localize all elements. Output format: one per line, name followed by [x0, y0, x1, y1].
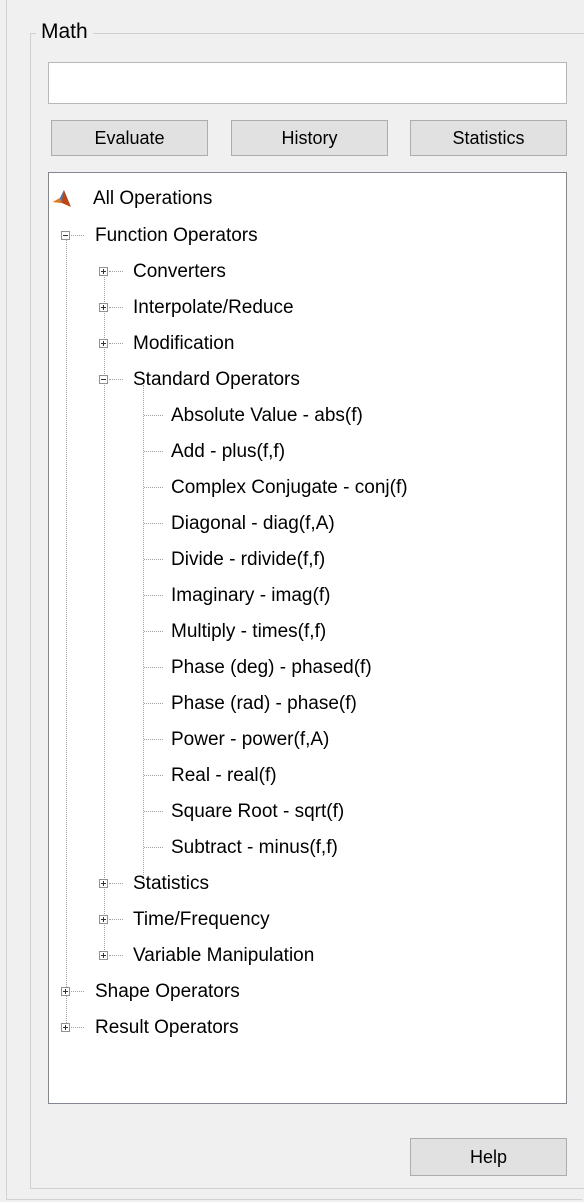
- tree-item-operator[interactable]: Imaginary - imag(f): [49, 578, 549, 614]
- tree-item-label: Function Operators: [95, 225, 258, 246]
- tree-connector: [109, 919, 123, 920]
- evaluate-button[interactable]: Evaluate: [51, 120, 208, 156]
- tree-item-label: Add - plus(f,f): [171, 441, 286, 462]
- tree-item-label: Phase (deg) - phased(f): [171, 657, 372, 678]
- tree-item-converters[interactable]: Converters: [49, 254, 549, 290]
- tree-item-shape-operators[interactable]: Shape Operators: [49, 974, 549, 1010]
- tree-item-label: Result Operators: [95, 1017, 239, 1038]
- tree-connector: [144, 451, 163, 452]
- statistics-button[interactable]: Statistics: [410, 120, 567, 156]
- tree-item-operator[interactable]: Divide - rdivide(f,f): [49, 542, 549, 578]
- tree-connector: [144, 667, 163, 668]
- tree-item-label: Statistics: [133, 873, 210, 894]
- tree-item-label: Power - power(f,A): [171, 729, 330, 750]
- tree-item-operator[interactable]: Phase (deg) - phased(f): [49, 650, 549, 686]
- tree-connector: [144, 631, 163, 632]
- tree-item-operator[interactable]: Complex Conjugate - conj(f): [49, 470, 549, 506]
- tree-item-time-frequency[interactable]: Time/Frequency: [49, 902, 549, 938]
- tree-item-standard-operators[interactable]: Standard Operators: [49, 362, 549, 398]
- tree-item-operator[interactable]: Subtract - minus(f,f): [49, 830, 549, 866]
- matlab-membrane-icon: [53, 190, 71, 207]
- tree-item-label: Interpolate/Reduce: [133, 297, 294, 318]
- tree-item-label: Time/Frequency: [133, 909, 270, 930]
- tree-item-operator[interactable]: Phase (rad) - phase(f): [49, 686, 549, 722]
- tree-connector: [144, 595, 163, 596]
- tree-item-label: Multiply - times(f,f): [171, 621, 327, 642]
- tree-item-statistics[interactable]: Statistics: [49, 866, 549, 902]
- tree-item-label: Divide - rdivide(f,f): [171, 549, 326, 570]
- tree-item-operator[interactable]: Diagonal - diag(f,A): [49, 506, 549, 542]
- tree-item-label: Imaginary - imag(f): [171, 585, 331, 606]
- tree-connector: [109, 379, 123, 380]
- tree-item-label: Real - real(f): [171, 765, 277, 786]
- tree-item-operator[interactable]: Add - plus(f,f): [49, 434, 549, 470]
- tree-connector: [144, 415, 163, 416]
- tree-connector: [71, 991, 84, 992]
- tree-connector: [144, 523, 163, 524]
- tree-connector: [109, 955, 123, 956]
- tree-connector: [144, 703, 163, 704]
- tree-item-operator[interactable]: Multiply - times(f,f): [49, 614, 549, 650]
- tree-item-label: Standard Operators: [133, 369, 300, 390]
- tree-connector: [144, 775, 163, 776]
- expression-input[interactable]: [48, 62, 567, 104]
- tree-item-label: Square Root - sqrt(f): [171, 801, 345, 822]
- tree-item-result-operators[interactable]: Result Operators: [49, 1010, 549, 1046]
- expand-icon[interactable]: [99, 951, 108, 960]
- expand-icon[interactable]: [99, 267, 108, 276]
- tree-item-label: All Operations: [93, 188, 213, 209]
- operations-tree[interactable]: All Operations Function Operators Conver…: [48, 172, 567, 1104]
- tree-item-variable-manipulation[interactable]: Variable Manipulation: [49, 938, 549, 974]
- tree-item-label: Shape Operators: [95, 981, 240, 1002]
- group-title: Math: [36, 18, 93, 46]
- tree-item-label: Complex Conjugate - conj(f): [171, 477, 408, 498]
- tree-item-interpolate-reduce[interactable]: Interpolate/Reduce: [49, 290, 549, 326]
- tree-connector: [71, 1027, 84, 1028]
- expand-icon[interactable]: [61, 1023, 70, 1032]
- tree-connector: [144, 739, 163, 740]
- tree-item-label: Subtract - minus(f,f): [171, 837, 338, 858]
- tree-connector: [144, 559, 163, 560]
- expand-icon[interactable]: [99, 339, 108, 348]
- tree-connector: [109, 343, 123, 344]
- tree-item-label: Variable Manipulation: [133, 945, 315, 966]
- tree-connector: [109, 271, 123, 272]
- tree-connector: [109, 883, 123, 884]
- expand-icon[interactable]: [61, 987, 70, 996]
- tree-connector: [144, 847, 163, 848]
- collapse-icon[interactable]: [99, 375, 108, 384]
- tree-connector: [71, 235, 84, 236]
- expand-icon[interactable]: [99, 303, 108, 312]
- tree-item-operator[interactable]: Real - real(f): [49, 758, 549, 794]
- expand-icon[interactable]: [99, 915, 108, 924]
- tree-item-label: Converters: [133, 261, 226, 282]
- help-button[interactable]: Help: [410, 1138, 567, 1176]
- tree-item-label: Diagonal - diag(f,A): [171, 513, 335, 534]
- tree-item-operator[interactable]: Power - power(f,A): [49, 722, 549, 758]
- tree-connector: [144, 811, 163, 812]
- tree-connector: [109, 307, 123, 308]
- tree-item-function-operators[interactable]: Function Operators: [49, 218, 549, 254]
- collapse-icon[interactable]: [61, 231, 70, 240]
- tree-connector: [144, 487, 163, 488]
- history-button[interactable]: History: [231, 120, 388, 156]
- tree-item-label: Phase (rad) - phase(f): [171, 693, 357, 714]
- tree-item-label: Modification: [133, 333, 235, 354]
- tree-item-modification[interactable]: Modification: [49, 326, 549, 362]
- tree-item-label: Absolute Value - abs(f): [171, 405, 363, 426]
- tree-item-all-operations[interactable]: All Operations: [49, 181, 549, 217]
- expand-icon[interactable]: [99, 879, 108, 888]
- tree-item-operator[interactable]: Absolute Value - abs(f): [49, 398, 549, 434]
- tree-item-operator[interactable]: Square Root - sqrt(f): [49, 794, 549, 830]
